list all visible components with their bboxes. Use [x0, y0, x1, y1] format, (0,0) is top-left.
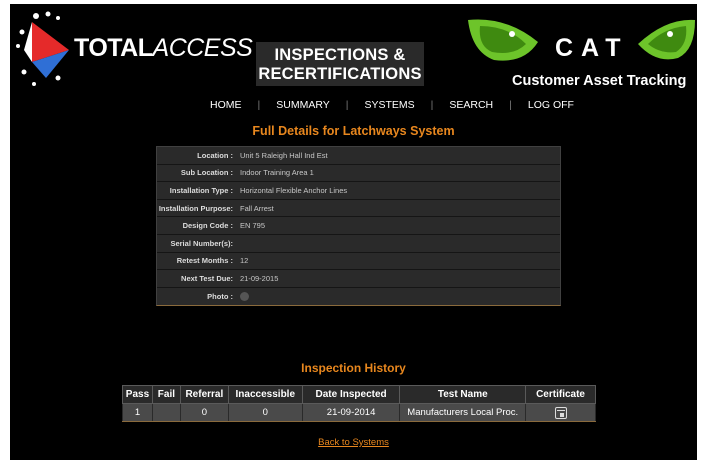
detail-row-retest-months: Retest Months : 12: [157, 253, 560, 271]
next-test-due-label: Next Test Due:: [181, 273, 233, 283]
retest-months-label: Retest Months :: [176, 256, 233, 266]
detail-row-installation-type: Installation Type : Horizontal Flexible …: [157, 182, 560, 200]
detail-row-installation-purpose: Installation Purpose: Fall Arrest: [157, 200, 560, 218]
location-label: Location :: [197, 150, 233, 160]
nav-separator: |: [257, 99, 261, 111]
nav-log-off[interactable]: LOG OFF: [528, 99, 574, 111]
col-pass: Pass: [122, 385, 153, 404]
page-title: Full Details for Latchways System: [252, 124, 455, 138]
sub-location-value: Indoor Training Area 1: [240, 168, 314, 178]
cat-tagline: Customer Asset Tracking: [512, 73, 687, 89]
history-header-row: Pass Fail Referral Inaccessible Date Ins…: [122, 385, 596, 404]
cat-logo: CAT Customer Asset Tracking: [466, 12, 697, 92]
col-test-name: Test Name: [399, 385, 527, 404]
installation-purpose-value: Fall Arrest: [240, 203, 274, 213]
back-link-container: Back to Systems: [10, 432, 697, 450]
cell-certificate: [525, 403, 596, 422]
next-test-due-value: 21-09-2015: [240, 273, 279, 283]
cat-wordmark: CAT: [555, 34, 629, 62]
nav-search[interactable]: SEARCH: [449, 99, 493, 111]
serial-numbers-label: Serial Number(s):: [170, 238, 233, 248]
col-date-inspected: Date Inspected: [301, 385, 401, 404]
brand-wordmark: TOTALACCESS: [74, 34, 253, 63]
system-details-table: Location : Unit 5 Raleigh Hall Ind Est S…: [156, 146, 561, 307]
sub-location-label: Sub Location :: [180, 168, 233, 178]
brand-bold: TOTAL: [74, 34, 153, 62]
inspection-history-title: Inspection History: [301, 361, 406, 375]
location-value: Unit 5 Raleigh Hall Ind Est: [240, 150, 328, 160]
cell-fail: [151, 403, 181, 422]
design-code-label: Design Code :: [182, 221, 233, 231]
inspection-history-table: Pass Fail Referral Inaccessible Date Ins…: [122, 385, 596, 422]
nav-separator: |: [345, 99, 349, 111]
col-fail: Fail: [151, 385, 181, 404]
nav-separator: |: [509, 99, 512, 111]
nav-systems[interactable]: SYSTEMS: [364, 99, 414, 111]
detail-row-next-test-due: Next Test Due: 21-09-2015: [157, 270, 560, 288]
col-inaccessible: Inaccessible: [227, 385, 303, 404]
detail-row-photo: Photo :: [157, 288, 560, 306]
nav-home[interactable]: HOME: [210, 99, 242, 111]
brand-thin: ACCESS: [152, 34, 253, 62]
installation-purpose-label: Installation Purpose:: [158, 203, 233, 213]
detail-row-location: Location : Unit 5 Raleigh Hall Ind Est: [157, 147, 560, 165]
col-certificate: Certificate: [525, 385, 596, 404]
cell-inaccessible: 0: [227, 403, 303, 422]
col-referral: Referral: [179, 385, 229, 404]
photo-value: [237, 292, 249, 302]
app-title-line-1: INSPECTIONS &: [274, 46, 406, 64]
total-access-logo: TOTALACCESS: [14, 10, 254, 90]
nav-summary[interactable]: SUMMARY: [276, 99, 329, 111]
cell-referral: 0: [179, 403, 229, 422]
nav-separator: |: [430, 99, 434, 111]
certificate-icon[interactable]: [554, 406, 567, 419]
detail-row-serial-numbers: Serial Number(s):: [157, 235, 560, 253]
photo-label: Photo :: [207, 292, 233, 302]
cell-date-inspected: 21-09-2014: [301, 403, 401, 422]
installation-type-label: Installation Type :: [169, 185, 233, 195]
photo-icon[interactable]: [240, 292, 249, 302]
app-title-box: INSPECTIONS & RECERTIFICATIONS: [256, 42, 424, 86]
retest-months-value: 12: [240, 256, 249, 266]
design-code-value: EN 795: [240, 221, 266, 231]
app-title-line-2: RECERTIFICATIONS: [258, 65, 422, 83]
back-to-systems-link[interactable]: Back to Systems: [318, 437, 389, 448]
cell-pass: 1: [122, 403, 153, 422]
detail-row-design-code: Design Code : EN 795: [157, 217, 560, 235]
cell-test-name: Manufacturers Local Proc.: [399, 403, 527, 422]
table-row: 1 0 0 21-09-2014 Manufacturers Local Pro…: [122, 403, 596, 422]
main-nav: HOME | SUMMARY | SYSTEMS | SEARCH | LOG …: [210, 97, 574, 113]
page-frame: TOTALACCESS INSPECTIONS & RECERTIFICATIO…: [10, 4, 697, 460]
detail-row-sub-location: Sub Location : Indoor Training Area 1: [157, 165, 560, 183]
installation-type-value: Horizontal Flexible Anchor Lines: [240, 185, 348, 195]
